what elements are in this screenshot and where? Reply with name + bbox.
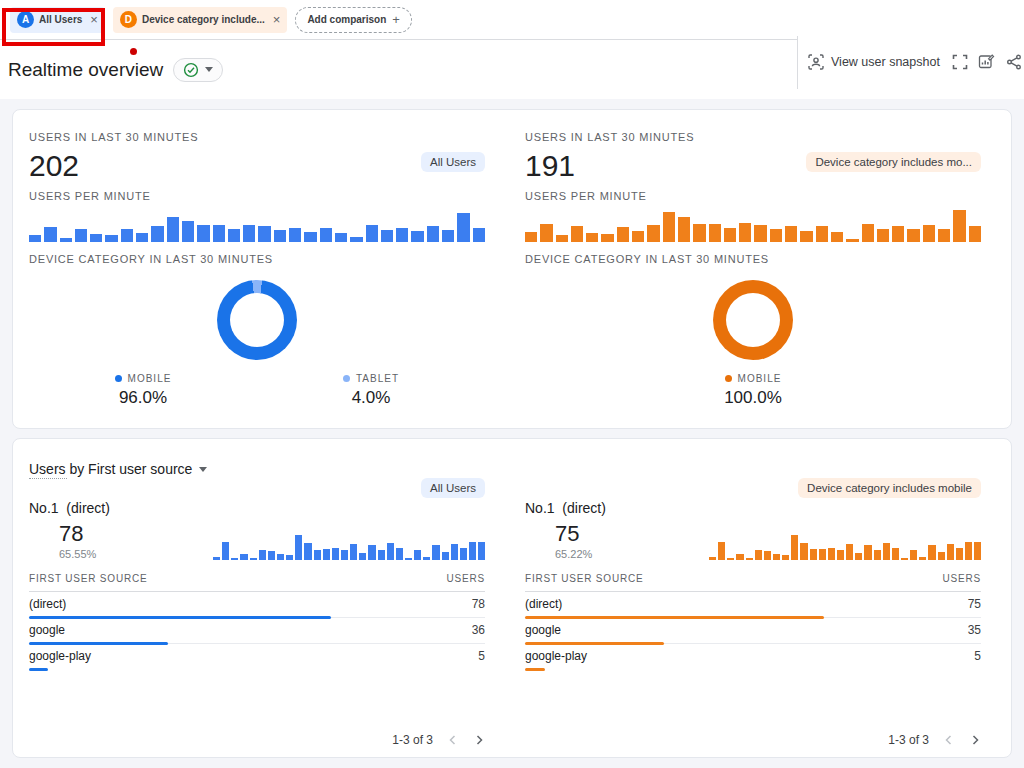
row-value: 5 xyxy=(478,649,485,663)
title-text: Users by First user source xyxy=(29,461,192,477)
page-header: A All Users × D Device category include.… xyxy=(0,0,1024,99)
row-label: google xyxy=(525,623,561,637)
legend-item-mobile: MOBILE 100.0% xyxy=(525,373,981,408)
fullscreen-icon[interactable] xyxy=(952,54,968,70)
top-source-percent: 65.22% xyxy=(555,548,592,560)
chevron-down-icon xyxy=(205,67,213,72)
row-value: 78 xyxy=(472,597,485,611)
row-label: (direct) xyxy=(29,597,66,611)
legend-dot xyxy=(343,375,350,382)
device-category-label: DEVICE CATEGORY IN LAST 30 MINUTES xyxy=(525,253,981,265)
table-row[interactable]: google 36 xyxy=(29,618,485,644)
legend-value: 4.0% xyxy=(257,388,485,408)
segment-chip: Device category includes mo... xyxy=(806,152,981,172)
users-by-source-title[interactable]: Users by First user source xyxy=(29,461,485,477)
realtime-panel-all-users: USERS IN LAST 30 MINUTES 202 All Users U… xyxy=(29,110,485,428)
legend-dot xyxy=(725,375,732,382)
segment-chip: All Users xyxy=(421,478,485,498)
source-sparkline-chart xyxy=(709,534,981,560)
view-user-snapshot-button[interactable]: View user snapshot xyxy=(831,55,940,69)
segment-chip: Device category includes mobile xyxy=(798,478,981,498)
source-sparkline-chart xyxy=(213,534,485,560)
top-source-value: 78 xyxy=(59,522,96,546)
annotation-red-rectangle xyxy=(2,8,105,46)
data-quality-badge[interactable] xyxy=(173,58,223,82)
source-panel-comparison: Device category includes mobile No.1 (di… xyxy=(525,439,981,757)
source-panel-all-users: Users by First user source All Users No.… xyxy=(29,439,485,757)
realtime-panel-comparison: USERS IN LAST 30 MINUTES 191 Device cate… xyxy=(525,110,981,428)
table-row[interactable]: (direct) 78 xyxy=(29,592,485,618)
row-value: 5 xyxy=(974,649,981,663)
legend-item-mobile: MOBILE 96.0% xyxy=(29,373,257,408)
top-source-label: No.1 (direct) xyxy=(525,500,981,516)
legend-dot xyxy=(115,375,122,382)
pagination-label: 1-3 of 3 xyxy=(392,733,433,747)
row-label: google-play xyxy=(525,649,587,663)
previous-page-icon[interactable] xyxy=(447,734,459,746)
page-title: Realtime overview xyxy=(8,59,163,81)
share-icon[interactable] xyxy=(1006,54,1022,70)
chip-letter-badge: D xyxy=(120,11,137,28)
top-source-value: 75 xyxy=(555,522,592,546)
table-row[interactable]: (direct) 75 xyxy=(525,592,981,618)
row-value: 36 xyxy=(472,623,485,637)
legend-label: MOBILE xyxy=(128,373,172,384)
device-category-label: DEVICE CATEGORY IN LAST 30 MINUTES xyxy=(29,253,485,265)
table-row[interactable]: google-play 5 xyxy=(525,644,981,669)
comparison-bar: A All Users × D Device category include.… xyxy=(0,0,797,40)
users-per-minute-label: USERS PER MINUTE xyxy=(29,190,485,202)
edit-dashboard-icon[interactable] xyxy=(978,53,995,70)
users-by-source-card: Users by First user source All Users No.… xyxy=(12,438,1012,758)
users-per-minute-chart xyxy=(29,206,485,242)
top-source-label: No.1 (direct) xyxy=(29,500,485,516)
header-toolbar: View user snapshot xyxy=(797,0,1024,99)
row-value: 75 xyxy=(968,597,981,611)
add-comparison-button[interactable]: Add comparison + xyxy=(295,7,412,33)
comparison-chip-device-category[interactable]: D Device category include... × xyxy=(113,7,287,33)
add-comparison-label: Add comparison xyxy=(307,14,386,25)
device-category-donut xyxy=(217,280,297,360)
chip-label: Device category include... xyxy=(142,14,265,25)
check-circle-icon xyxy=(183,62,199,78)
pagination: 1-3 of 3 xyxy=(392,733,485,747)
main-content: USERS IN LAST 30 MINUTES 202 All Users U… xyxy=(0,99,1024,768)
users-last-30-label: USERS IN LAST 30 MINUTES xyxy=(29,131,485,143)
legend-value: 96.0% xyxy=(29,388,257,408)
table-row[interactable]: google 35 xyxy=(525,618,981,644)
column-header-users: USERS xyxy=(447,573,485,584)
close-icon[interactable]: × xyxy=(273,12,281,27)
column-header-source: FIRST USER SOURCE xyxy=(525,573,643,584)
realtime-users-card: USERS IN LAST 30 MINUTES 202 All Users U… xyxy=(12,109,1012,429)
legend-label: MOBILE xyxy=(738,373,782,384)
previous-page-icon[interactable] xyxy=(943,734,955,746)
pagination-label: 1-3 of 3 xyxy=(888,733,929,747)
row-bar xyxy=(525,668,545,671)
row-bar xyxy=(29,668,48,671)
user-snapshot-icon[interactable] xyxy=(807,53,825,71)
dotted-underline xyxy=(29,478,67,479)
row-label: google-play xyxy=(29,649,91,663)
chevron-down-icon xyxy=(199,467,207,472)
next-page-icon[interactable] xyxy=(969,734,981,746)
legend-item-tablet: TABLET 4.0% xyxy=(257,373,485,408)
users-last-30-label: USERS IN LAST 30 MINUTES xyxy=(525,131,981,143)
plus-icon: + xyxy=(392,12,400,27)
users-count: 202 xyxy=(29,150,485,182)
device-category-donut xyxy=(713,280,793,360)
users-per-minute-chart xyxy=(525,206,981,242)
legend-label: TABLET xyxy=(356,373,399,384)
column-header-users: USERS xyxy=(943,573,981,584)
pagination: 1-3 of 3 xyxy=(888,733,981,747)
table-row[interactable]: google-play 5 xyxy=(29,644,485,669)
row-value: 35 xyxy=(968,623,981,637)
column-header-source: FIRST USER SOURCE xyxy=(29,573,147,584)
row-label: (direct) xyxy=(525,597,562,611)
row-label: google xyxy=(29,623,65,637)
next-page-icon[interactable] xyxy=(473,734,485,746)
legend-value: 100.0% xyxy=(525,388,981,408)
top-source-percent: 65.55% xyxy=(59,548,96,560)
annotation-red-dot xyxy=(130,48,137,55)
segment-chip: All Users xyxy=(421,152,485,172)
users-per-minute-label: USERS PER MINUTE xyxy=(525,190,981,202)
